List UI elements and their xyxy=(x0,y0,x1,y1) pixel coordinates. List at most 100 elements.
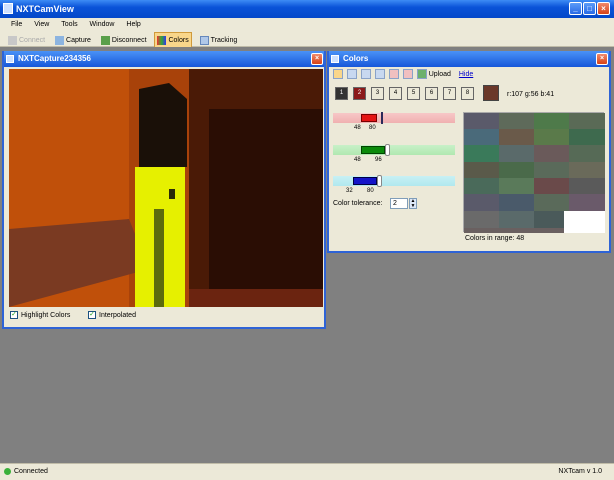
app-icon xyxy=(3,3,13,14)
swatch-6[interactable]: 6 xyxy=(425,87,438,100)
add-color-icon[interactable] xyxy=(346,69,357,80)
status-bar: Connected NXTcam v 1.0 xyxy=(0,463,614,480)
capture-button[interactable]: Capture xyxy=(53,33,93,48)
swatch-5[interactable]: 5 xyxy=(407,87,420,100)
capture-window-icon xyxy=(6,55,14,63)
grid-cell xyxy=(499,178,534,194)
maximize-button[interactable]: □ xyxy=(583,2,596,15)
main-title-bar: NXTCamView _ □ × xyxy=(0,0,614,18)
cam-floor xyxy=(189,289,323,307)
camera-icon xyxy=(55,35,65,45)
colors-close-button[interactable]: × xyxy=(596,53,608,65)
grid-cell xyxy=(464,145,499,162)
red-high-label: 80 xyxy=(369,125,376,131)
red-range-slider[interactable] xyxy=(333,112,455,124)
capture-close-button[interactable]: × xyxy=(311,53,323,65)
capture-label: Capture xyxy=(66,37,91,44)
menu-window[interactable]: Window xyxy=(90,21,115,28)
disconnect-icon xyxy=(100,35,110,45)
menu-help[interactable]: Help xyxy=(126,21,140,28)
red-range-bar[interactable] xyxy=(361,114,377,122)
grid-cell xyxy=(569,194,605,211)
grid-cell xyxy=(534,145,569,162)
grid-cell xyxy=(499,211,534,228)
delete-color-icon[interactable] xyxy=(402,69,413,80)
capture-window: NXTCapture234356 × ✓ Highlight Colors ✓ In… xyxy=(2,51,326,329)
connect-button[interactable]: Connect xyxy=(6,33,47,48)
upload-icon xyxy=(416,69,427,80)
tolerance-label: Color tolerance: xyxy=(333,200,383,207)
interpolated-label: Interpolated xyxy=(99,311,136,319)
grid-cell xyxy=(499,129,534,145)
green-low-label: 48 xyxy=(354,157,361,163)
color-grid-svg xyxy=(464,113,605,233)
capture-title: NXTCapture234356 xyxy=(18,54,91,63)
grid-cell xyxy=(569,129,605,145)
clear-color-icon[interactable] xyxy=(388,69,399,80)
swatch-2[interactable]: 2 xyxy=(353,87,366,100)
green-marker xyxy=(385,144,390,156)
colors-title: Colors xyxy=(343,54,369,63)
menu-bar: File View Tools Window Help xyxy=(0,18,614,32)
green-range-slider[interactable] xyxy=(333,144,455,156)
colors-title-bar[interactable]: Colors × xyxy=(329,51,609,67)
grid-cell xyxy=(534,211,564,228)
remove-color-icon[interactable] xyxy=(360,69,371,80)
connected-status-icon xyxy=(4,468,11,475)
menu-file[interactable]: File xyxy=(11,21,22,28)
grid-cell xyxy=(499,145,534,162)
cam-highlight-mark xyxy=(169,189,175,199)
grid-cell xyxy=(569,178,605,194)
edit-color-icon[interactable] xyxy=(374,69,385,80)
status-connection: Connected xyxy=(14,468,48,475)
minimize-button[interactable]: _ xyxy=(569,2,582,15)
capture-title-bar[interactable]: NXTCapture234356 × xyxy=(4,51,324,67)
cam-shadow xyxy=(209,109,323,307)
grid-cell xyxy=(534,162,569,178)
grid-cell xyxy=(569,162,605,178)
green-range-bar[interactable] xyxy=(361,146,385,154)
colors-window-icon xyxy=(331,55,339,63)
close-button[interactable]: × xyxy=(597,2,610,15)
red-low-label: 48 xyxy=(354,125,361,131)
interpolated-option[interactable]: ✓ Interpolated xyxy=(88,311,136,319)
connect-icon xyxy=(8,35,17,45)
colors-toolbar: Upload Hide xyxy=(333,69,603,81)
upload-link[interactable]: Upload xyxy=(429,71,451,78)
swatch-4[interactable]: 4 xyxy=(389,87,402,100)
grid-cell xyxy=(464,194,499,211)
grid-cell xyxy=(534,129,569,145)
swatch-7[interactable]: 7 xyxy=(443,87,456,100)
grid-cell xyxy=(464,113,499,129)
tolerance-input[interactable]: 2 xyxy=(390,198,408,209)
app-title: NXTCamView xyxy=(16,4,74,14)
swatch-1[interactable]: 1 xyxy=(335,87,348,100)
tolerance-value: 2 xyxy=(393,200,397,207)
swatch-3[interactable]: 3 xyxy=(371,87,384,100)
highlight-checkbox[interactable]: ✓ xyxy=(10,311,18,319)
selected-color-preview xyxy=(483,85,499,101)
color-range-grid xyxy=(463,112,605,233)
grid-cell xyxy=(499,162,534,178)
blue-range-bar[interactable] xyxy=(353,177,377,185)
menu-view[interactable]: View xyxy=(34,21,49,28)
grid-cell xyxy=(464,129,499,145)
grid-empty-area xyxy=(564,211,605,233)
blue-low-label: 32 xyxy=(346,188,353,194)
hide-link[interactable]: Hide xyxy=(459,71,473,78)
colors-label: Colors xyxy=(168,37,189,44)
tolerance-spinner[interactable]: ▲ ▼ xyxy=(409,198,417,209)
tracking-button[interactable]: Tracking xyxy=(198,33,240,48)
grid-cell xyxy=(534,113,569,129)
mdi-workspace: NXTCapture234356 × ✓ Highlight Colors ✓ In… xyxy=(0,47,614,463)
blue-range-slider[interactable] xyxy=(333,175,455,187)
menu-tools[interactable]: Tools xyxy=(61,21,77,28)
cam-bottle-top xyxy=(139,83,187,167)
disconnect-button[interactable]: Disconnect xyxy=(99,33,149,48)
blue-high-label: 80 xyxy=(367,188,374,194)
highlight-colors-option[interactable]: ✓ Highlight Colors xyxy=(10,311,70,319)
swatch-8[interactable]: 8 xyxy=(461,87,474,100)
pick-color-icon[interactable] xyxy=(333,69,343,80)
interpolated-checkbox[interactable]: ✓ xyxy=(88,311,96,319)
disconnect-label: Disconnect xyxy=(111,37,147,44)
